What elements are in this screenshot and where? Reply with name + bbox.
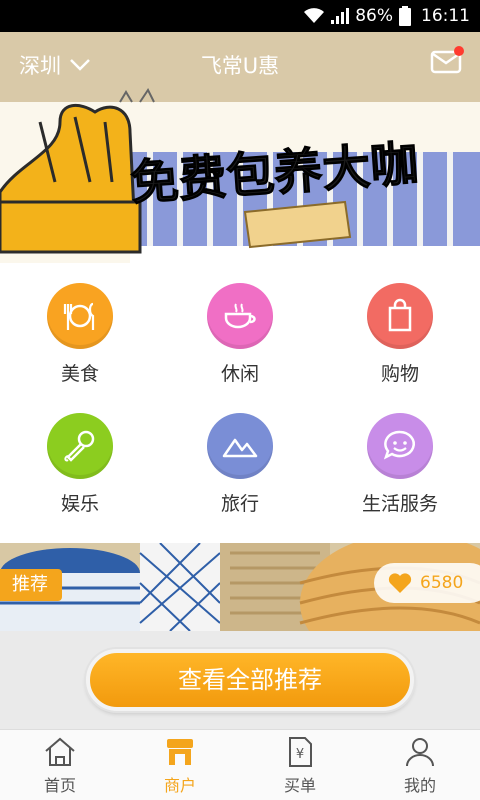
recommendation-card[interactable]: 推荐 6580	[0, 543, 480, 631]
message-button[interactable]	[430, 46, 464, 76]
shopping-bag-icon	[367, 283, 433, 349]
svg-text:¥: ¥	[296, 747, 304, 762]
home-icon	[45, 737, 75, 766]
heart-icon	[388, 573, 412, 593]
like-count: 6580	[420, 573, 464, 593]
tab-label: 首页	[43, 776, 76, 795]
tab-pay-bill[interactable]: ¥ 买单	[240, 730, 360, 800]
city-label: 深圳	[19, 54, 61, 78]
category-grid: 美食 休闲 购物 娱乐 旅行 生活服务	[0, 263, 480, 543]
wifi-icon	[304, 8, 325, 23]
smiley-chat-icon	[367, 413, 433, 479]
tab-merchants[interactable]: 商户	[120, 730, 240, 800]
tab-label: 买单	[283, 776, 316, 795]
top-nav: 深圳 飞常U惠	[0, 32, 480, 96]
bill-icon: ¥	[289, 737, 312, 767]
coffee-cup-icon	[207, 283, 273, 349]
battery-percent: 86%	[355, 6, 393, 26]
like-counter[interactable]: 6580	[374, 563, 480, 603]
store-icon	[167, 739, 193, 765]
tab-home[interactable]: 首页	[0, 730, 120, 800]
category-label: 购物	[380, 363, 419, 385]
category-label: 生活服务	[361, 493, 438, 515]
see-all-recommendations-button[interactable]: 查看全部推荐	[86, 649, 414, 711]
unread-dot	[454, 46, 464, 56]
category-food[interactable]: 美食	[0, 283, 160, 403]
cutlery-icon	[47, 283, 113, 349]
category-life-services[interactable]: 生活服务	[320, 413, 480, 533]
battery-icon	[399, 6, 411, 26]
category-label: 旅行	[220, 493, 259, 515]
bottom-tab-bar: 首页 商户 ¥ 买单 我的	[0, 729, 480, 800]
category-label: 娱乐	[60, 493, 99, 515]
recommend-badge: 推荐	[0, 569, 62, 601]
signal-icon	[331, 8, 350, 24]
category-shopping[interactable]: 购物	[320, 283, 480, 403]
category-label: 美食	[60, 363, 99, 385]
see-all-section: 查看全部推荐	[0, 631, 480, 729]
microphone-icon	[47, 413, 113, 479]
tab-label: 商户	[163, 776, 196, 795]
city-selector[interactable]: 深圳	[19, 50, 91, 80]
category-leisure[interactable]: 休闲	[160, 283, 320, 403]
tab-mine[interactable]: 我的	[360, 730, 480, 800]
mountain-icon	[207, 413, 273, 479]
category-entertainment[interactable]: 娱乐	[0, 413, 160, 533]
category-label: 休闲	[220, 363, 259, 385]
clock: 16:11	[421, 6, 470, 26]
chevron-down-icon	[70, 59, 90, 71]
user-icon	[406, 738, 434, 767]
category-travel[interactable]: 旅行	[160, 413, 320, 533]
status-bar: 86% 16:11	[0, 0, 480, 32]
tab-label: 我的	[403, 776, 436, 795]
